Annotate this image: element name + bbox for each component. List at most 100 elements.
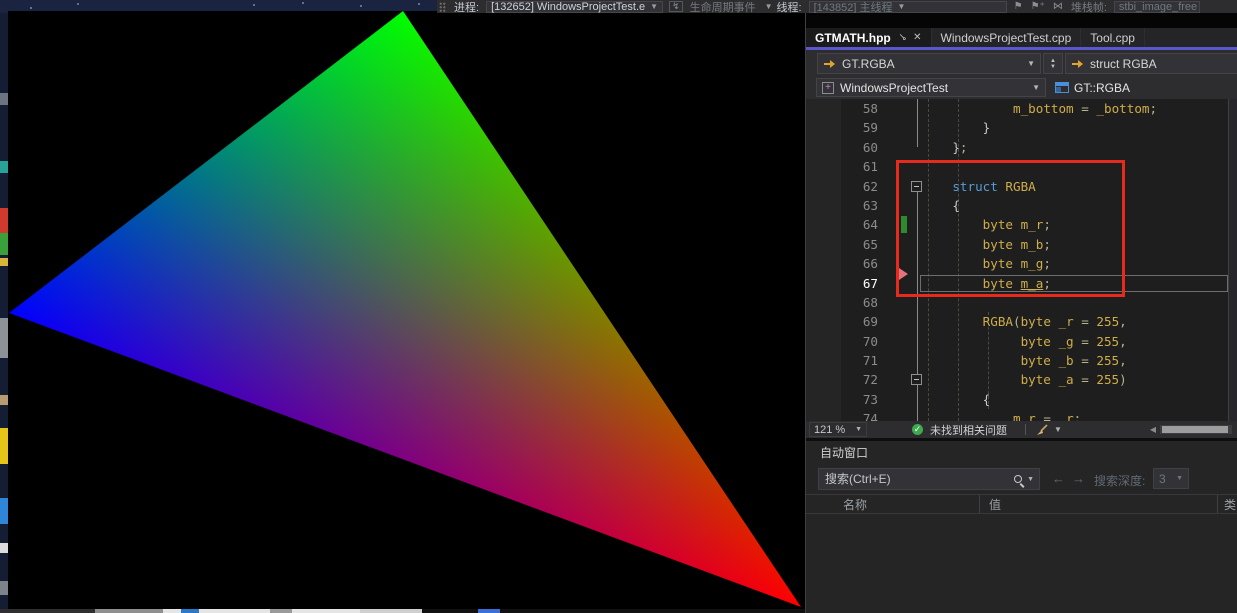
code-line-70[interactable]: 70 byte _g = 255, [806, 332, 1228, 351]
search-box[interactable]: ▼ [818, 468, 1040, 490]
tab-tool-cpp[interactable]: Tool.cpp [1081, 28, 1145, 47]
scrollbar-thumb[interactable] [1162, 426, 1228, 433]
document-tab-bar: GTMATH.hpp ⊸ ✕ WindowsProjectTest.cpp Tool.c… [806, 28, 1237, 47]
line-number[interactable]: 73 [806, 390, 878, 409]
code-line-59[interactable]: 59} [806, 118, 1228, 137]
health-status-text: 未找到相关问题 [930, 422, 1007, 438]
code-line-60[interactable]: 60}; [806, 138, 1228, 157]
code-line-71[interactable]: 71 byte _b = 255, [806, 351, 1228, 370]
editor-bottom-bar: 121 % ▼ ✓ 未找到相关问题 ▼ ◀ [806, 421, 1237, 438]
autos-window: 自动窗口 ▼ ← → 搜索深度: 3 ▼ 名称值类 [806, 441, 1237, 613]
line-number[interactable]: 58 [806, 99, 878, 118]
code-editor[interactable]: 58m_bottom = _bottom;59}60};6162struct R… [806, 99, 1228, 421]
lifecycle-events-icon[interactable]: ↯ [669, 1, 683, 12]
code-text[interactable]: m_bottom = _bottom; [922, 99, 1157, 118]
line-number[interactable]: 61 [806, 157, 878, 176]
project-dropdown[interactable]: + WindowsProjectTest ▼ [816, 78, 1046, 97]
line-number[interactable]: 66 [806, 254, 878, 273]
horizontal-scrollbar[interactable]: ◀ [1150, 425, 1232, 434]
parallel-stacks-icon[interactable]: ⋈ [1053, 1, 1063, 12]
tab-label: GTMATH.hpp [815, 31, 891, 45]
code-text[interactable]: byte _g = 255, [922, 332, 1127, 351]
pin-icon[interactable]: ⊸ [895, 31, 909, 45]
search-depth-label: 搜索深度: [1094, 472, 1145, 489]
symbol-dropdown[interactable]: GT::RGBA [1048, 78, 1237, 97]
code-line-73[interactable]: 73 { [806, 390, 1228, 409]
nav-arrow-icon [1071, 59, 1084, 69]
desktop-left-edge [0, 13, 8, 609]
project-context-bar: + WindowsProjectTest ▼ GT::RGBA [806, 77, 1237, 99]
chevron-down-icon: ▼ [897, 2, 905, 11]
flag-icon[interactable]: ⚑ [1014, 1, 1023, 12]
line-number[interactable]: 68 [806, 293, 878, 312]
forward-arrow-icon[interactable]: → [1072, 471, 1085, 486]
chevron-down-icon[interactable]: ▼ [765, 2, 773, 11]
chevron-down-icon[interactable]: ▼ [1054, 425, 1062, 434]
line-number[interactable]: 65 [806, 235, 878, 254]
code-text[interactable]: { [922, 390, 990, 409]
nav-arrow-icon [823, 59, 836, 69]
render-window [8, 11, 805, 609]
struct-symbol-icon [1055, 82, 1069, 93]
code-cleanup-broom-icon[interactable] [1036, 424, 1049, 436]
search-icon[interactable] [1014, 475, 1022, 483]
document-health-icon[interactable] [875, 424, 886, 435]
stackframe-dropdown[interactable]: stbi_image_free [1114, 1, 1200, 13]
line-number[interactable]: 62 [806, 177, 878, 196]
tab-gtmath-hpp[interactable]: GTMATH.hpp ⊸ ✕ [806, 28, 932, 47]
code-line-58[interactable]: 58 m_bottom = _bottom; [806, 99, 1228, 118]
toolbar-grip[interactable] [439, 2, 446, 12]
member-spinner[interactable]: ▲ ▼ [1043, 53, 1063, 74]
no-issues-check-icon: ✓ [912, 424, 923, 435]
column-header-类[interactable]: 类 [1218, 495, 1237, 513]
zoom-dropdown[interactable]: 121 % ▼ [809, 422, 867, 437]
thread-label: 线程: [777, 0, 802, 13]
line-number[interactable]: 63 [806, 196, 878, 215]
column-header-值[interactable]: 值 [980, 495, 1218, 513]
tab-windowsprojecttest-cpp[interactable]: WindowsProjectTest.cpp [932, 28, 1082, 47]
line-number[interactable]: 67 [806, 274, 878, 293]
line-number[interactable]: 71 [806, 351, 878, 370]
annotation-rectangle [896, 160, 1125, 297]
code-text[interactable]: RGBA(byte _r = 255, [922, 312, 1127, 331]
code-text[interactable]: }; [922, 138, 968, 157]
line-number[interactable]: 74 [806, 409, 878, 421]
code-line-74[interactable]: 74 m_r = _r; [806, 409, 1228, 421]
stackframe-label: 堆栈帧: [1071, 0, 1107, 13]
flag-current-thread-icon[interactable]: ⚑⁺ [1031, 1, 1045, 12]
line-number[interactable]: 69 [806, 312, 878, 331]
vertical-scrollbar[interactable] [1228, 99, 1237, 421]
code-text[interactable]: byte _a = 255) [922, 370, 1127, 389]
search-input[interactable] [819, 472, 1014, 486]
line-number[interactable]: 59 [806, 118, 878, 137]
back-arrow-icon[interactable]: ← [1052, 471, 1065, 486]
debug-toolbar: 进程: [132652] WindowsProjectTest.e ▼ ↯ 生命… [437, 0, 1237, 13]
code-text[interactable]: m_r = _r; [922, 409, 1081, 421]
code-text[interactable]: byte _b = 255, [922, 351, 1127, 370]
chevron-down-icon: ▼ [1176, 475, 1183, 482]
fold-collapse-icon[interactable] [911, 374, 922, 385]
line-number[interactable]: 72 [806, 370, 878, 389]
autos-window-title: 自动窗口 [820, 444, 868, 461]
chevron-down-icon[interactable]: ▼ [1027, 476, 1034, 483]
process-dropdown[interactable]: [132652] WindowsProjectTest.e ▼ [486, 1, 663, 13]
search-depth-dropdown[interactable]: 3 ▼ [1153, 468, 1189, 489]
line-number[interactable]: 60 [806, 138, 878, 157]
scope-dropdown[interactable]: GT.RGBA ▼ [817, 53, 1041, 74]
line-number[interactable]: 64 [806, 215, 878, 234]
member-dropdown[interactable]: struct RGBA [1065, 53, 1237, 74]
code-text[interactable]: } [922, 118, 990, 137]
scroll-left-icon[interactable]: ◀ [1150, 425, 1156, 434]
down-arrow-icon[interactable]: ▼ [1050, 64, 1056, 70]
chevron-down-icon: ▼ [650, 2, 658, 11]
chevron-down-icon: ▼ [1032, 83, 1040, 92]
tab-label: WindowsProjectTest.cpp [941, 31, 1072, 45]
line-number[interactable]: 70 [806, 332, 878, 351]
lifecycle-events-button[interactable]: 生命周期事件 [690, 0, 756, 13]
column-header-名称[interactable]: 名称 [806, 495, 980, 513]
close-icon[interactable]: ✕ [913, 32, 921, 43]
thread-dropdown[interactable]: [143852] 主线程 ▼ [809, 1, 1007, 13]
code-line-69[interactable]: 69 RGBA(byte _r = 255, [806, 312, 1228, 331]
chevron-down-icon: ▼ [855, 426, 862, 433]
code-line-72[interactable]: 72 byte _a = 255) [806, 370, 1228, 389]
